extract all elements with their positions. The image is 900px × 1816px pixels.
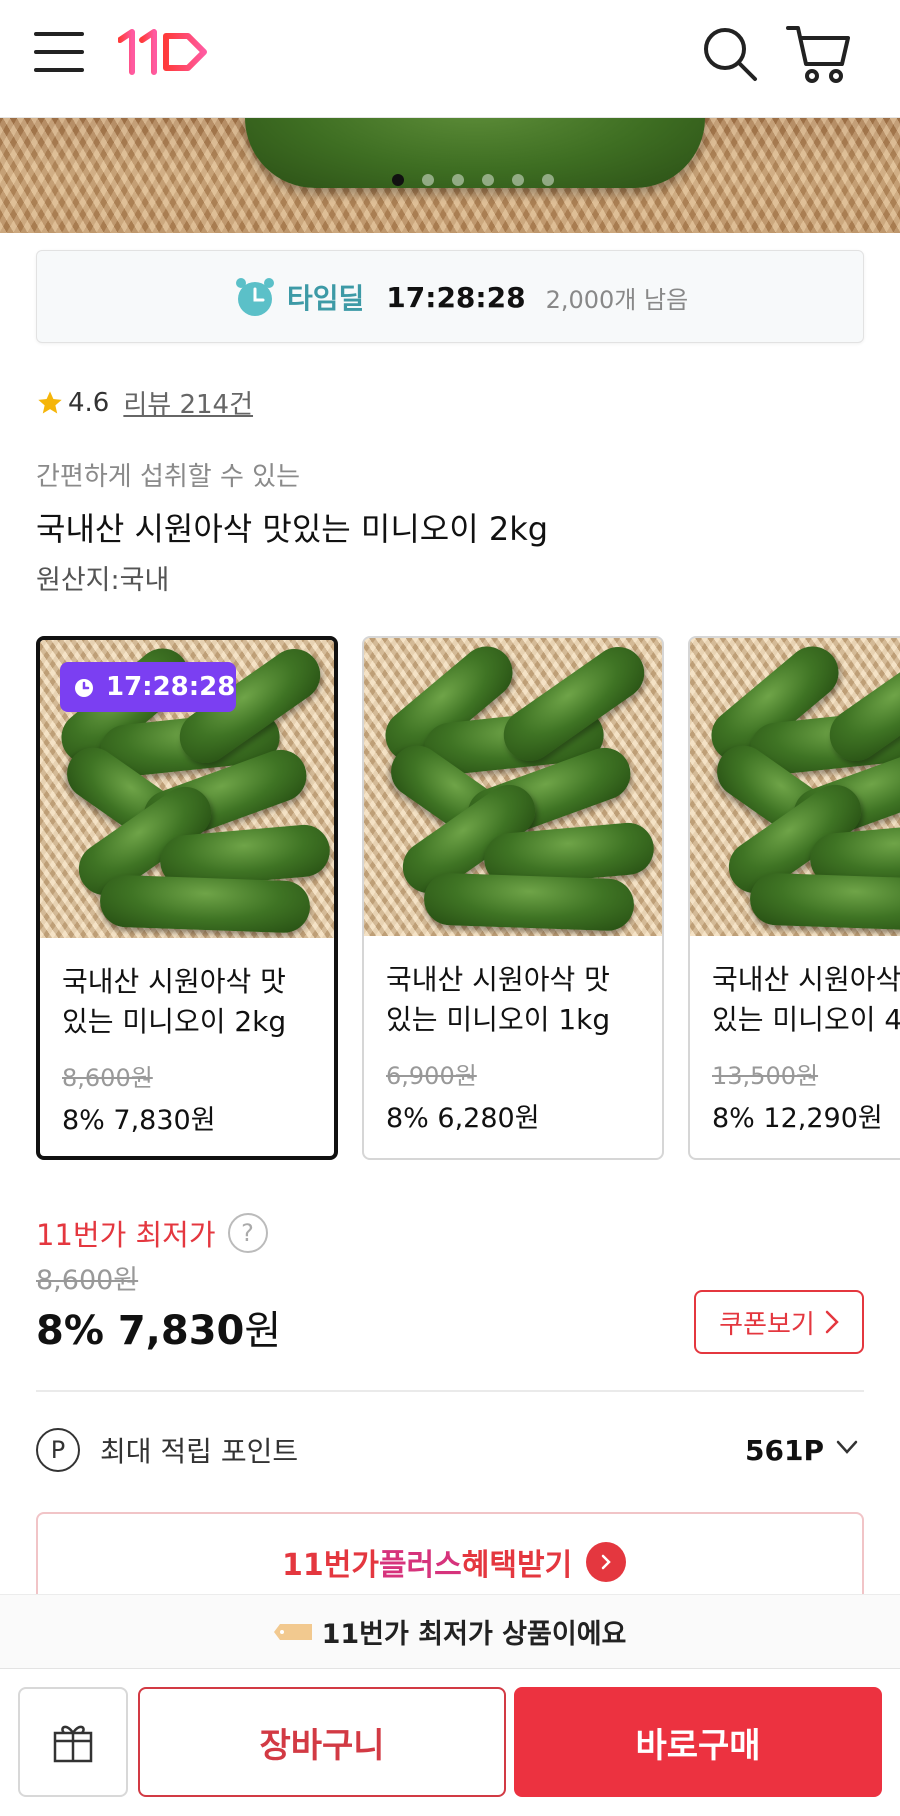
arrow-right-icon xyxy=(586,1542,627,1582)
product-title: 국내산 시원아삭 맛있는 미니오이 2kg xyxy=(36,510,549,548)
option-name: 국내산 시원아삭 맛 있는 미니오이 2kg xyxy=(62,965,287,1038)
discount-price: 8% 7,830 xyxy=(36,1308,245,1354)
final-price: 8% 7,830원 xyxy=(36,1298,281,1356)
plus-text-part3: 혜택받기 xyxy=(461,1548,573,1583)
buy-now-button[interactable]: 바로구매 xyxy=(514,1687,882,1797)
lowest-price-notice: 11번가 최저가 상품이에요 xyxy=(0,1594,900,1668)
plus-text-part2: 플러스 xyxy=(378,1548,462,1583)
option-card-1kg[interactable]: 국내산 시원아삭 맛 있는 미니오이 1kg 6,900원 8% 6,280원 xyxy=(362,636,664,1160)
11st-logo[interactable] xyxy=(117,26,210,76)
price-tag-icon xyxy=(273,1623,312,1640)
cucumber-thumbnail xyxy=(690,638,900,936)
product-origin: 원산지:국내 xyxy=(36,565,170,596)
points-row[interactable]: P 최대 적립 포인트 561P xyxy=(36,1422,864,1478)
coupon-button-label: 쿠폰보기 xyxy=(719,1309,815,1340)
cart-icon[interactable] xyxy=(786,22,852,86)
time-deal-remaining: 2,000개 남음 xyxy=(545,285,689,314)
plus-text-part1: 11번가 xyxy=(282,1548,379,1583)
option-price: 8% 6,280원 xyxy=(386,1103,540,1134)
review-count-link[interactable]: 리뷰 214건 xyxy=(123,384,253,421)
option-card-2kg[interactable]: 17:28:28 국내산 시원아삭 맛 있는 미니오이 2kg 8,600원 8… xyxy=(36,636,338,1160)
alarm-clock-icon xyxy=(75,679,93,697)
bottom-action-bar: 장바구니 바로구매 xyxy=(0,1668,900,1816)
option-name: 국내산 시원아삭 맛 있는 미니오이 4 xyxy=(712,963,900,1036)
product-rating: 4.6 리뷰 214건 xyxy=(36,384,253,421)
coupon-button[interactable]: 쿠폰보기 xyxy=(694,1290,864,1354)
carousel-dot[interactable] xyxy=(542,174,554,186)
points-label: 최대 적립 포인트 xyxy=(100,1435,299,1468)
option-original-price: 6,900원 xyxy=(386,1062,477,1090)
carousel-dot[interactable] xyxy=(392,174,404,186)
option-card-list: 17:28:28 국내산 시원아삭 맛 있는 미니오이 2kg 8,600원 8… xyxy=(36,636,900,1161)
time-deal-countdown: 17:28:28 xyxy=(386,280,526,314)
cucumber-thumbnail xyxy=(364,638,662,936)
lowest-price-notice-text: 11번가 최저가 상품이에요 xyxy=(321,1619,627,1650)
points-value: 561P xyxy=(745,1433,824,1467)
carousel-dot[interactable] xyxy=(452,174,464,186)
rating-score: 4.6 xyxy=(68,387,110,418)
gift-icon xyxy=(53,1725,93,1763)
chevron-right-icon xyxy=(825,1310,839,1334)
option-price: 8% 7,830원 xyxy=(62,1105,216,1136)
option-price: 8% 12,290원 xyxy=(712,1103,883,1134)
divider xyxy=(36,1390,864,1392)
option-original-price: 8,600원 xyxy=(62,1064,153,1092)
time-deal-label: 타임딜 xyxy=(287,282,365,315)
carousel-dot[interactable] xyxy=(422,174,434,186)
original-price: 8,600원 xyxy=(36,1265,139,1296)
alarm-clock-icon xyxy=(236,278,274,316)
hamburger-menu-icon[interactable] xyxy=(34,28,86,76)
price-unit: 원 xyxy=(244,1308,282,1354)
chevron-down-icon[interactable] xyxy=(836,1436,858,1458)
option-timer-text: 17:28:28 xyxy=(106,672,236,702)
option-name: 국내산 시원아삭 맛 있는 미니오이 1kg xyxy=(386,963,611,1036)
carousel-dot[interactable] xyxy=(482,174,494,186)
lowest-price-text: 11번가 최저가 xyxy=(36,1218,216,1252)
lowest-price-label: 11번가 최저가 ? xyxy=(36,1212,268,1254)
carousel-dot[interactable] xyxy=(512,174,524,186)
point-icon: P xyxy=(36,1428,80,1472)
plus-benefit-text: 11번가 플러스 혜택받기 xyxy=(282,1540,627,1584)
carousel-dots xyxy=(392,174,554,188)
option-original-price: 13,500원 xyxy=(712,1062,819,1090)
add-to-cart-button[interactable]: 장바구니 xyxy=(138,1687,506,1797)
help-icon[interactable]: ? xyxy=(227,1213,268,1253)
option-card-4kg[interactable]: 국내산 시원아삭 맛 있는 미니오이 4 13,500원 8% 12,290원 xyxy=(688,636,900,1160)
gift-button[interactable] xyxy=(18,1687,128,1797)
option-timer-badge: 17:28:28 xyxy=(60,662,236,712)
product-subtitle: 간편하게 섭취할 수 있는 xyxy=(36,462,300,492)
star-icon xyxy=(38,390,62,413)
search-icon[interactable] xyxy=(700,24,760,84)
time-deal-banner[interactable]: 타임딜 17:28:28 2,000개 남음 xyxy=(36,250,864,343)
app-header xyxy=(0,0,900,118)
